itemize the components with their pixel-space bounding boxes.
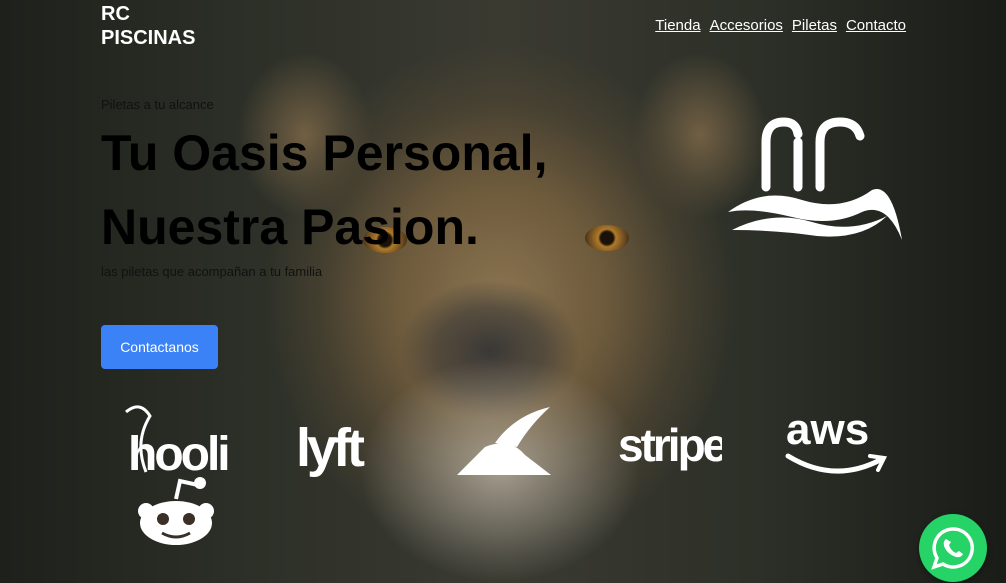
- pied-piper-logo-icon: [457, 407, 551, 475]
- hooli-logo-icon: hooli: [125, 405, 230, 478]
- hero-subtitle: las piletas que acompañan a tu familia: [101, 264, 323, 279]
- hero-tagline: Piletas a tu alcance: [101, 97, 214, 112]
- nav-link-accesorios[interactable]: Accesorios: [710, 17, 783, 34]
- reddit-logo-icon: [138, 477, 214, 545]
- svg-text:lyft: lyft: [296, 418, 365, 478]
- aws-logo-icon: aws: [785, 405, 888, 474]
- brand-name[interactable]: RC PISCINAS: [101, 2, 195, 50]
- stripe-logo-icon: stripe: [618, 419, 722, 471]
- lyft-logo-icon: lyft: [296, 418, 369, 478]
- nav-links: Tienda Accesorios Piletas Contacto: [655, 17, 906, 34]
- rc-piscinas-logo-icon: [728, 117, 902, 240]
- nav-link-tienda[interactable]: Tienda: [655, 17, 700, 34]
- hero-headline: Tu Oasis Personal, Nuestra Pasion.: [101, 125, 548, 255]
- nav-link-piletas[interactable]: Piletas: [792, 17, 837, 34]
- whatsapp-icon: [931, 527, 974, 570]
- nav-link-contacto[interactable]: Contacto: [846, 17, 906, 34]
- svg-text:stripe: stripe: [618, 419, 722, 471]
- svg-text:aws: aws: [786, 405, 869, 454]
- contact-button[interactable]: Contactanos: [101, 325, 218, 369]
- whatsapp-button[interactable]: [919, 514, 987, 582]
